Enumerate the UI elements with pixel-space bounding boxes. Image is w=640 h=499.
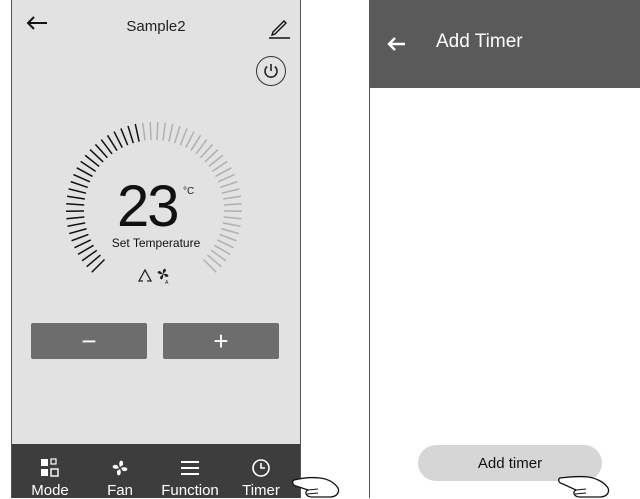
- nav-timer[interactable]: Timer: [226, 444, 296, 498]
- dial-tick: [224, 204, 242, 205]
- dial-tick: [66, 217, 84, 219]
- decrease-temperature-button[interactable]: −: [31, 323, 147, 359]
- minus-icon: −: [31, 325, 147, 357]
- nav-fan-label: Fan: [85, 482, 155, 499]
- power-icon: [262, 62, 280, 80]
- fan-auto-icon: A: [158, 269, 169, 285]
- dial-tick: [221, 229, 238, 234]
- dial-tick: [220, 182, 237, 188]
- dial-tick: [218, 175, 234, 182]
- dial-tick: [212, 161, 227, 171]
- dial-tick: [175, 126, 180, 143]
- dial-tick: [121, 128, 128, 145]
- dial-tick: [69, 189, 86, 193]
- mode-indicators: A: [136, 265, 176, 285]
- nav-mode-label: Mode: [15, 482, 85, 499]
- dial-tick: [135, 124, 139, 142]
- dial-tick: [215, 168, 231, 177]
- dial-tick: [68, 223, 86, 226]
- dial-tick: [223, 196, 241, 199]
- nav-function-label: Function: [155, 482, 225, 499]
- nav-mode[interactable]: Mode: [15, 444, 85, 498]
- temperature-unit: °C: [183, 186, 194, 197]
- dial-tick: [67, 196, 85, 199]
- dial-tick: [169, 124, 173, 142]
- nav-timer-label: Timer: [226, 482, 296, 499]
- dial-tick: [180, 128, 187, 145]
- dial-tick: [143, 123, 145, 141]
- plus-icon: +: [163, 325, 279, 357]
- dial-tick: [157, 122, 158, 140]
- add-timer-title: Add Timer: [436, 31, 523, 53]
- dial-tick: [107, 135, 117, 150]
- dial-tick: [69, 229, 86, 234]
- increase-temperature-button[interactable]: +: [163, 323, 279, 359]
- dial-tick: [163, 123, 165, 141]
- ac-control-screen: Sample2 23 °C Set Temperature A − +: [11, 0, 301, 498]
- recycle-icon: [139, 270, 151, 281]
- nav-fan[interactable]: Fan: [85, 444, 155, 498]
- dial-tick: [73, 175, 89, 182]
- pencil-icon[interactable]: [267, 15, 291, 39]
- dial-tick: [150, 122, 151, 140]
- add-timer-header: Add Timer: [370, 0, 640, 88]
- device-title: Sample2: [12, 18, 300, 35]
- set-temperature-label: Set Temperature: [12, 236, 300, 250]
- fan-icon: [110, 458, 130, 478]
- dial-tick: [191, 135, 201, 150]
- dial-tick: [224, 217, 242, 219]
- clock-icon: [251, 458, 271, 478]
- temperature-value: 23: [117, 178, 178, 236]
- dial-tick: [66, 204, 84, 205]
- menu-icon: [180, 458, 200, 478]
- dial-tick: [114, 132, 122, 148]
- svg-text:A: A: [165, 280, 169, 285]
- tap-hand-icon: [558, 470, 612, 498]
- add-timer-screen: Add Timer Add timer: [369, 0, 640, 498]
- dial-tick: [81, 161, 96, 171]
- nav-function[interactable]: Function: [155, 444, 225, 498]
- back-arrow-icon[interactable]: [386, 36, 406, 52]
- dial-tick: [128, 126, 133, 143]
- dial-tick: [186, 132, 194, 148]
- mode-icon: [40, 458, 60, 478]
- dial-tick: [77, 168, 93, 177]
- tap-hand-icon: [292, 470, 342, 498]
- dial-tick: [222, 189, 239, 193]
- bottom-nav: Mode Fan Function: [12, 444, 300, 498]
- dial-tick: [71, 182, 88, 188]
- dial-tick: [223, 223, 241, 226]
- power-button[interactable]: [256, 56, 286, 86]
